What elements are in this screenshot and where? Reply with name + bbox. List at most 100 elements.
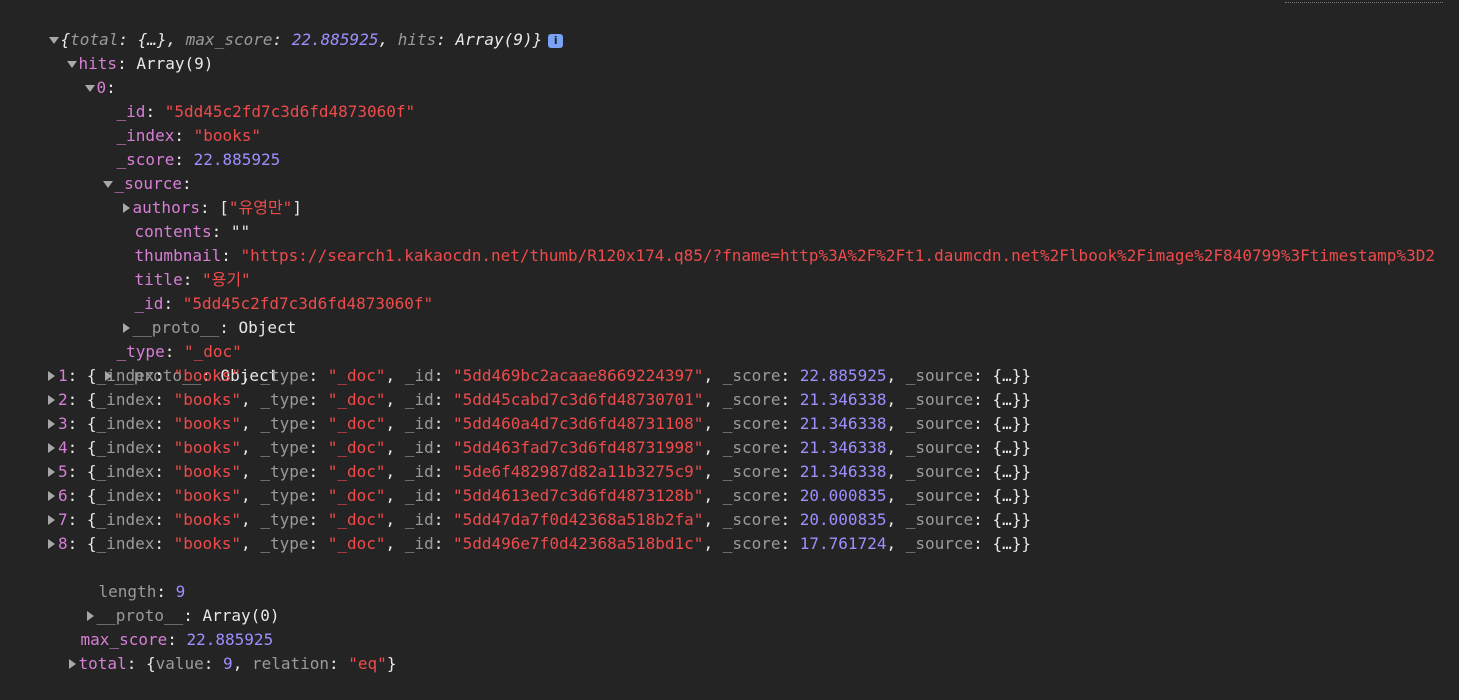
preview-value: 21.346338 — [799, 414, 887, 433]
property-row: thumbnail: "https://search1.kakaocdn.net… — [134, 246, 1435, 265]
preview-value: "eq" — [348, 654, 387, 673]
preview-key: _index — [96, 414, 155, 433]
item-index-key: 2 — [58, 390, 68, 409]
length-row: length: 9 — [98, 582, 186, 601]
brace-close: } — [532, 30, 543, 49]
preview-key: _score — [722, 390, 781, 409]
preview-key: _index — [96, 438, 155, 457]
preview-key: _source — [905, 462, 974, 481]
hit-item-row[interactable]: 3: {_index: "books", _type: "_doc", _id:… — [44, 412, 1031, 436]
preview-value: "5dd4613ed7c3d6fd4873128b" — [452, 486, 704, 505]
preview-hits-key: hits — [397, 30, 437, 49]
preview-value: {…} — [992, 462, 1022, 481]
preview-key: _score — [722, 366, 781, 385]
preview-key: _id — [404, 438, 434, 457]
item-index-key: 6 — [58, 486, 68, 505]
expand-toggle-icon[interactable] — [44, 436, 58, 460]
proto-row[interactable]: __proto__: Object — [62, 340, 278, 385]
expand-toggle-icon[interactable] — [44, 508, 58, 532]
thumbnail-url-value[interactable]: "https://search1.kakaocdn.net/thumb/R120… — [241, 246, 1435, 265]
expand-toggle-icon[interactable] — [44, 364, 58, 388]
expand-toggle-icon[interactable] — [65, 652, 79, 676]
expand-toggle-icon[interactable] — [44, 412, 58, 436]
preview-value: "_doc" — [327, 438, 386, 457]
source-row[interactable]: _source: — [62, 148, 192, 193]
preview-key: _score — [722, 534, 781, 553]
property-key: total — [78, 654, 127, 673]
property-value: Object — [238, 318, 297, 337]
preview-value: 21.346338 — [799, 462, 887, 481]
expand-toggle-icon[interactable] — [44, 388, 58, 412]
preview-value: {…} — [992, 390, 1022, 409]
preview-value: 21.346338 — [799, 390, 887, 409]
hit-item-0-row[interactable]: 0: — [44, 52, 116, 97]
preview-value: "books" — [173, 414, 242, 433]
preview-value: "5de6f482987d82a11b3275c9" — [452, 462, 704, 481]
preview-key: _index — [96, 462, 155, 481]
max-score-row: max_score: 22.885925 — [80, 630, 274, 649]
hit-item-row[interactable]: 5: {_index: "books", _type: "_doc", _id:… — [44, 460, 1031, 484]
item-index-key: 3 — [58, 414, 68, 433]
preview-key: _score — [722, 414, 781, 433]
hits-row[interactable]: hits: Array(9) — [26, 28, 213, 73]
item-index-key: 7 — [58, 510, 68, 529]
preview-key: _type — [260, 366, 309, 385]
preview-key: _source — [905, 510, 974, 529]
preview-value: "books" — [173, 534, 242, 553]
hit-item-row[interactable]: 6: {_index: "books", _type: "_doc", _id:… — [44, 484, 1031, 508]
preview-key: _type — [260, 462, 309, 481]
authors-row[interactable]: authors: ["유영만"] — [80, 172, 302, 217]
preview-value: "5dd45cabd7c3d6fd48730701" — [452, 390, 704, 409]
hit-item-row[interactable]: 4: {_index: "books", _type: "_doc", _id:… — [44, 436, 1031, 460]
preview-key: _id — [404, 534, 434, 553]
source-link[interactable] — [1285, 0, 1443, 3]
preview-key: value — [155, 654, 204, 673]
preview-key: _index — [96, 486, 155, 505]
preview-value: "5dd463fad7c3d6fd48731998" — [452, 438, 704, 457]
root-object-row[interactable]: {total: {…}, max_score: 22.885925, hits:… — [8, 4, 564, 49]
hit-item-row[interactable]: 1: {_index: "books", _type: "_doc", _id:… — [44, 364, 1031, 388]
preview-key: _id — [404, 390, 434, 409]
hit-item-row[interactable]: 7: {_index: "books", _type: "_doc", _id:… — [44, 508, 1031, 532]
preview-value: "_doc" — [327, 414, 386, 433]
preview-value: "books" — [173, 390, 242, 409]
preview-key: _source — [905, 438, 974, 457]
hits-summary: Array(9) — [136, 54, 214, 73]
hit-item-row[interactable]: 8: {_index: "books", _type: "_doc", _id:… — [44, 532, 1031, 556]
property-row: _id: "5dd45c2fd7c3d6fd4873060f" — [134, 294, 434, 313]
info-icon[interactable]: i — [548, 33, 564, 48]
preview-key: _id — [404, 414, 434, 433]
preview-value: "books" — [173, 486, 242, 505]
preview-value: 21.346338 — [799, 438, 887, 457]
preview-value: 9 — [223, 654, 233, 673]
preview-key: _score — [722, 438, 781, 457]
preview-value: "books" — [173, 366, 242, 385]
preview-value: 20.000835 — [799, 510, 887, 529]
preview-value: {…} — [992, 366, 1022, 385]
preview-key: _type — [260, 534, 309, 553]
preview-key: _source — [905, 366, 974, 385]
preview-key: _index — [96, 534, 155, 553]
preview-value: "5dd460a4d7c3d6fd48731108" — [452, 414, 704, 433]
proto-row[interactable]: __proto__: Array(0) — [44, 580, 280, 625]
preview-key: _score — [722, 510, 781, 529]
proto-row[interactable]: __proto__: Object — [80, 292, 296, 337]
preview-key: _id — [404, 486, 434, 505]
expand-toggle-icon[interactable] — [44, 532, 58, 556]
preview-key: _source — [905, 486, 974, 505]
preview-key: _type — [260, 414, 309, 433]
item-index-key: 8 — [58, 534, 68, 553]
preview-key: _source — [905, 534, 974, 553]
preview-value: "5dd47da7f0d42368a518b2fa" — [452, 510, 704, 529]
property-row: _id: "5dd45c2fd7c3d6fd4873060f" — [116, 102, 416, 121]
preview-hits-value: Array(9) — [455, 30, 533, 49]
preview-max-score-value: 22.885925 — [291, 30, 379, 49]
expand-toggle-icon[interactable] — [44, 484, 58, 508]
expand-toggle-icon[interactable] — [44, 460, 58, 484]
preview-key: _index — [96, 390, 155, 409]
property-row: contents: "" — [134, 222, 251, 241]
hit-item-row[interactable]: 2: {_index: "books", _type: "_doc", _id:… — [44, 388, 1031, 412]
total-row[interactable]: total: {value: 9, relation: "eq"} — [26, 628, 396, 673]
preview-value: "_doc" — [327, 366, 386, 385]
preview-value: "_doc" — [327, 390, 386, 409]
